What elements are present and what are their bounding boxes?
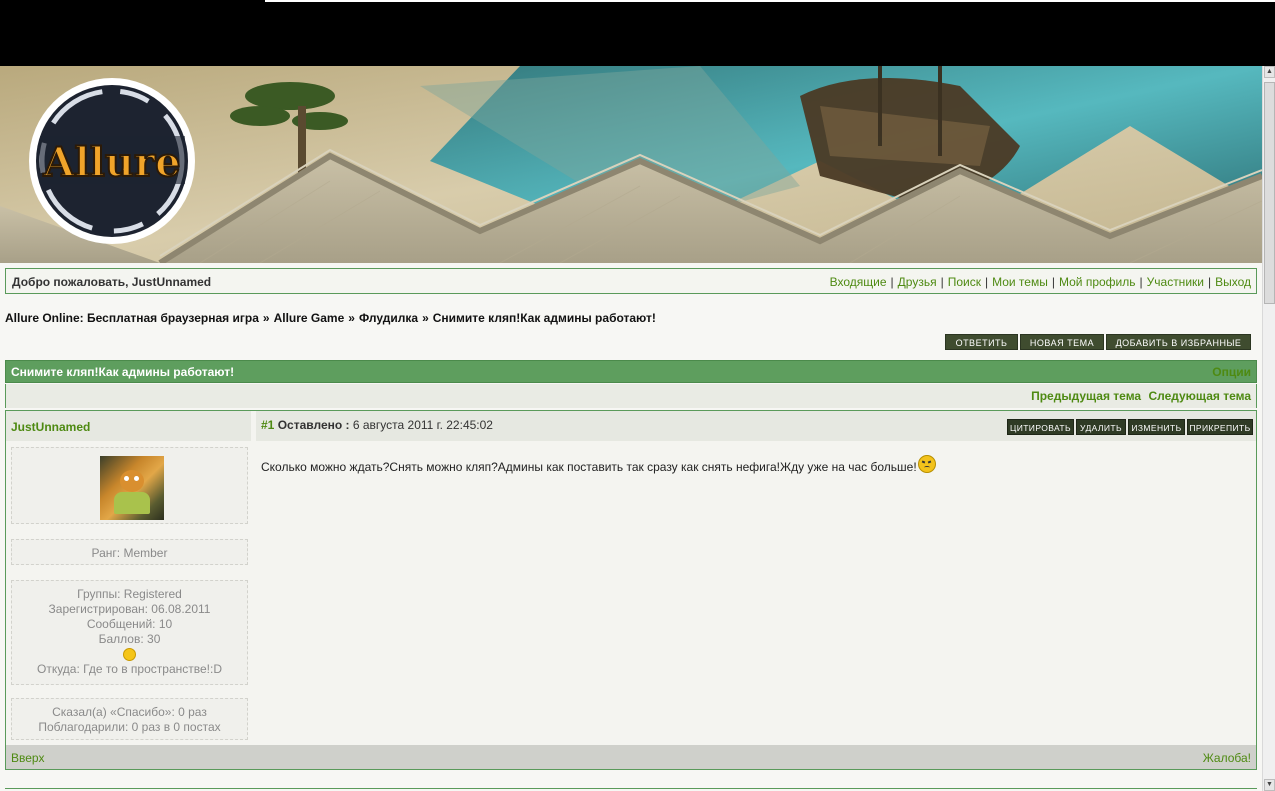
status-smiley-icon <box>123 648 136 662</box>
avatar-box <box>11 447 248 524</box>
post-footer: Вверх Жалоба! <box>6 745 1256 769</box>
user-said-thanks: Сказал(а) «Спасибо»: 0 раз <box>52 705 207 719</box>
post-author-header: JustUnnamed <box>6 411 251 441</box>
breadcrumb: Allure Online: Бесплатная браузерная игр… <box>5 311 656 325</box>
breadcrumb-separator: » <box>262 311 270 325</box>
nav-friends-link[interactable]: Друзья <box>898 275 937 289</box>
breadcrumb-item-forum[interactable]: Флудилка <box>359 311 418 325</box>
thanks-box: Сказал(а) «Спасибо»: 0 раз Поблагодарили… <box>11 698 248 740</box>
status-smiley-line <box>12 647 247 662</box>
user-groups: Группы: Registered <box>77 587 182 601</box>
back-to-top-link[interactable]: Вверх <box>11 751 44 765</box>
angry-smiley-icon <box>917 455 936 473</box>
quote-button[interactable]: ЦИТИРОВАТЬ <box>1007 419 1074 435</box>
user-avatar[interactable] <box>100 456 164 520</box>
nav-members-link[interactable]: Участники <box>1147 275 1204 289</box>
rank-box: Ранг: Member <box>11 539 248 565</box>
post-number-link[interactable]: #1 <box>261 418 274 432</box>
scroll-thumb[interactable] <box>1264 82 1275 304</box>
nav-inbox-link[interactable]: Входящие <box>830 275 887 289</box>
banner-art: Allure <box>0 66 1262 263</box>
user-navigation: Входящие | Друзья | Поиск | Мои темы | Мой профи… <box>829 275 1251 289</box>
reply-button[interactable]: ОТВЕТИТЬ <box>945 334 1018 350</box>
next-topic-link[interactable]: Следующая тема <box>1148 389 1251 403</box>
topic-options-link[interactable]: Опции <box>1212 365 1251 379</box>
topic-title: Снимите кляп!Как админы работают! <box>11 365 235 379</box>
breadcrumb-separator: » <box>422 311 429 325</box>
avatar-face <box>120 470 144 492</box>
scroll-down-arrow-icon[interactable]: ▼ <box>1264 779 1275 791</box>
user-location: Откуда: Где то в пространстве!:D <box>36 662 222 676</box>
breadcrumb-item-site[interactable]: Allure Online: Бесплатная браузерная игр… <box>5 311 259 325</box>
user-registered: Зарегистрирован: 06.08.2011 <box>48 602 211 616</box>
logo-text: Allure <box>42 139 180 186</box>
post-meta: #1 Оставлено : 6 августа 2011 г. 22:45:0… <box>261 418 493 432</box>
post: JustUnnamed #1 Оставлено : 6 августа 201… <box>5 410 1257 770</box>
post-body: Сколько можно ждать?Снять можно кляп?Адм… <box>261 455 1251 474</box>
avatar-eye <box>134 476 139 481</box>
nav-logout-link[interactable]: Выход <box>1215 275 1251 289</box>
nav-my-topics-link[interactable]: Мои темы <box>992 275 1048 289</box>
welcome-text: Добро пожаловать, JustUnnamed <box>12 275 212 289</box>
scroll-up-arrow-icon[interactable]: ▲ <box>1264 66 1275 78</box>
user-stats-box: Группы: Registered Зарегистрирован: 06.0… <box>11 580 248 685</box>
breadcrumb-item-topic[interactable]: Снимите кляп!Как админы работают! <box>433 311 656 325</box>
nav-search-link[interactable]: Поиск <box>948 275 981 289</box>
post-header: #1 Оставлено : 6 августа 2011 г. 22:45:0… <box>256 411 1256 441</box>
posted-label: Оставлено : <box>277 418 350 432</box>
edit-button[interactable]: ИЗМЕНИТЬ <box>1128 419 1185 435</box>
user-thanked: Поблагодарили: 0 раз в 0 постах <box>38 720 221 734</box>
top-strip <box>265 0 1275 2</box>
post-text: Сколько можно ждать?Снять можно кляп?Адм… <box>261 460 917 474</box>
allure-logo[interactable]: Allure <box>29 78 195 244</box>
pin-button[interactable]: ПРИКРЕПИТЬ <box>1187 419 1253 435</box>
user-messages: Сообщений: 10 <box>86 617 173 631</box>
vertical-scrollbar[interactable]: ▲ ▼ <box>1262 66 1275 791</box>
delete-button[interactable]: УДАЛИТЬ <box>1076 419 1126 435</box>
breadcrumb-item-game[interactable]: Allure Game <box>274 311 345 325</box>
user-rank: Ранг: Member <box>91 546 168 560</box>
avatar-body <box>114 492 150 514</box>
post-author-link[interactable]: JustUnnamed <box>11 420 90 434</box>
topic-nav-row: Предыдущая тема Следующая тема <box>5 384 1257 408</box>
report-link[interactable]: Жалоба! <box>1203 751 1251 765</box>
topic-header: Снимите кляп!Как админы работают! Опции <box>5 360 1257 383</box>
site-banner: Allure <box>0 66 1262 263</box>
post-date: 6 августа 2011 г. 22:45:02 <box>352 418 493 432</box>
nav-my-profile-link[interactable]: Мой профиль <box>1059 275 1136 289</box>
topic-nav-links: Предыдущая тема Следующая тема <box>1027 389 1251 403</box>
top-black-bar <box>0 0 1275 66</box>
breadcrumb-separator: » <box>348 311 355 325</box>
new-topic-button[interactable]: НОВАЯ ТЕМА <box>1020 334 1104 350</box>
previous-topic-link[interactable]: Предыдущая тема <box>1031 389 1141 403</box>
welcome-bar: Добро пожаловать, JustUnnamed Входящие | Д… <box>5 268 1257 294</box>
add-to-favorites-button[interactable]: ДОБАВИТЬ В ИЗБРАННЫЕ <box>1106 334 1251 350</box>
user-points: Баллов: 30 <box>98 632 161 646</box>
avatar-eye <box>124 476 129 481</box>
